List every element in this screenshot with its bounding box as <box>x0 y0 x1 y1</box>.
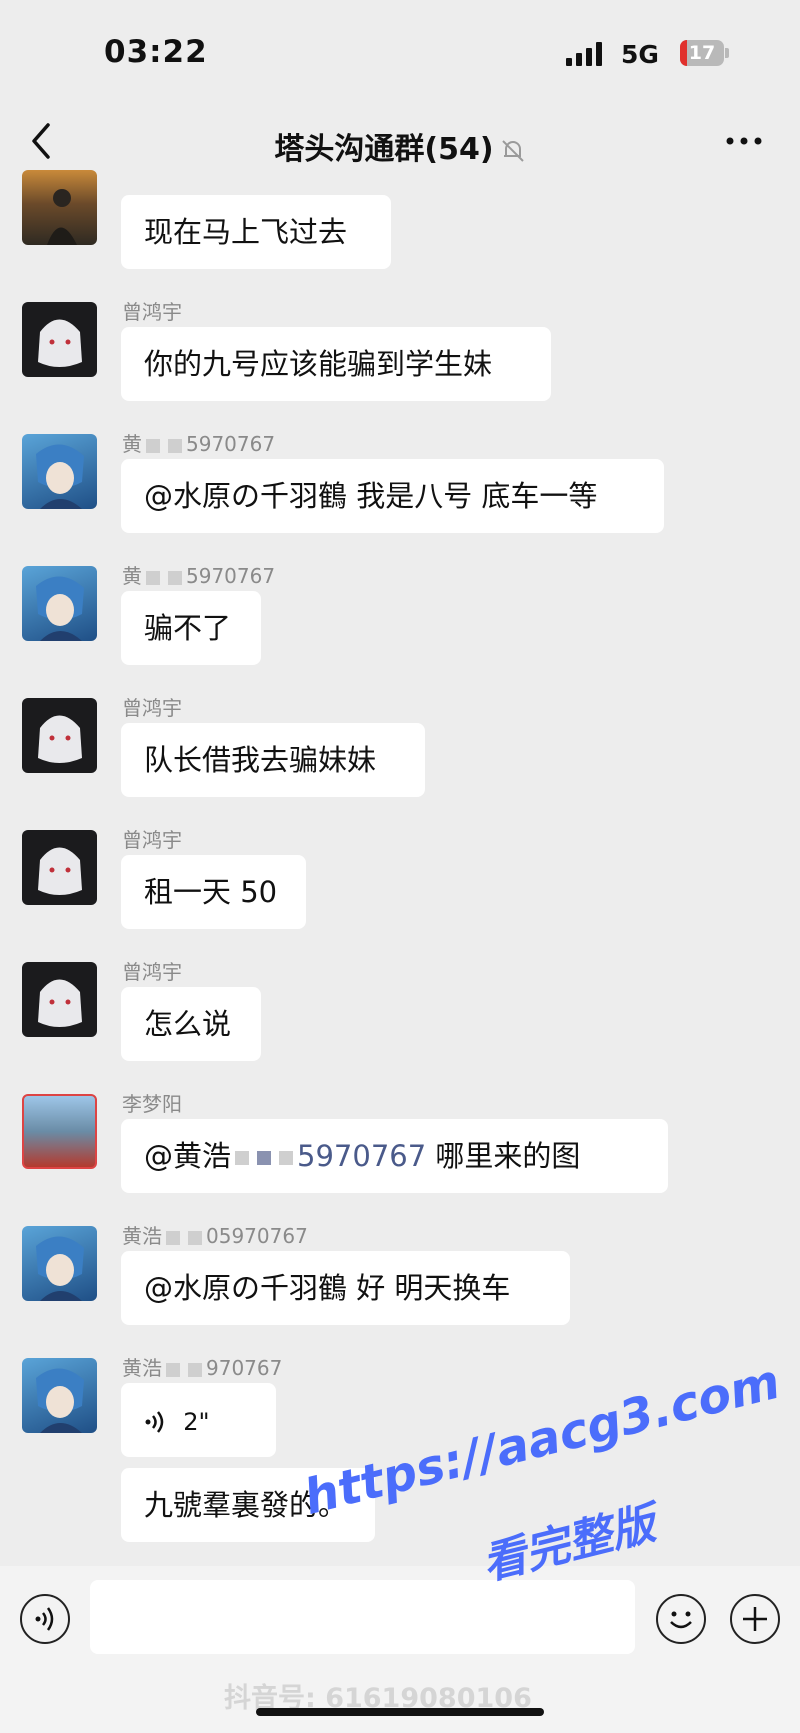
message-text: 队长借我去骗妹妹 <box>144 743 377 777</box>
sender-name: 黄浩 05970767 <box>122 1224 308 1248</box>
message-text: 你的九号应该能骗到学生妹 <box>144 347 493 381</box>
avatar[interactable] <box>22 1358 97 1433</box>
avatar[interactable] <box>22 830 97 905</box>
chat-title: 塔头沟通群(54) <box>0 124 800 168</box>
url-watermark: https://aacg3.com <box>298 1353 786 1526</box>
message-bubble[interactable]: 队长借我去骗妹妹 <box>121 723 425 797</box>
message-bubble[interactable]: @水原の千羽鶴 好 明天换车 <box>121 1251 570 1325</box>
message-text: 骗不了 <box>144 611 232 645</box>
status-time: 03:22 <box>104 34 208 70</box>
bell-off-icon <box>501 139 524 162</box>
plus-icon <box>743 1607 767 1631</box>
battery-percent: 17 <box>688 42 716 64</box>
message-bubble[interactable]: 怎么说 <box>121 987 261 1061</box>
smile-icon <box>670 1611 692 1629</box>
message-bubble[interactable]: @黄浩 5970767 哪里来的图 <box>121 1119 668 1193</box>
mention-number[interactable]: 5970767 <box>297 1139 426 1173</box>
avatar[interactable] <box>22 566 97 641</box>
sender-name: 曾鸿宇 <box>122 828 182 852</box>
emoji-button[interactable] <box>656 1594 706 1644</box>
voice-input-button[interactable] <box>20 1594 70 1644</box>
avatar[interactable] <box>22 1094 97 1169</box>
home-indicator[interactable] <box>256 1708 544 1716</box>
voice-duration: 2" <box>183 1408 210 1436</box>
chat-title-text: 塔头沟通群(54) <box>274 132 494 167</box>
more-dots-icon[interactable] <box>724 126 764 156</box>
message-bubble[interactable]: 你的九号应该能骗到学生妹 <box>121 327 551 401</box>
sender-name: 黄浩 970767 <box>122 1356 283 1380</box>
message-text: 现在马上飞过去 <box>144 215 348 249</box>
avatar[interactable] <box>22 962 97 1037</box>
sender-name: 黄 5970767 <box>122 564 276 588</box>
network-type: 5G <box>621 40 659 69</box>
mention-prefix: @黄浩 <box>144 1139 232 1173</box>
sender-name: 黄 5970767 <box>122 432 276 456</box>
avatar[interactable] <box>22 170 97 245</box>
voice-icon <box>145 1411 164 1433</box>
sender-name: 曾鸿宇 <box>122 300 182 324</box>
avatar[interactable] <box>22 302 97 377</box>
message-bubble[interactable]: 现在马上飞过去 <box>121 195 391 269</box>
message-text: @水原の千羽鶴 我是八号 底车一等 <box>144 479 598 513</box>
sender-name: 曾鸿宇 <box>122 696 182 720</box>
message-text: 租一天 50 <box>144 875 278 909</box>
voice-icon <box>35 1607 54 1631</box>
signal-icon <box>566 42 602 66</box>
message-text: 哪里来的图 <box>435 1139 581 1173</box>
message-bubble[interactable]: 租一天 50 <box>121 855 306 929</box>
voice-message-bubble[interactable]: 2" <box>121 1383 276 1457</box>
message-bubble[interactable]: @水原の千羽鶴 我是八号 底车一等 <box>121 459 664 533</box>
message-text: @水原の千羽鶴 好 明天换车 <box>144 1271 511 1305</box>
message-input[interactable] <box>90 1580 635 1654</box>
avatar[interactable] <box>22 698 97 773</box>
sender-name: 李梦阳 <box>122 1092 182 1116</box>
sender-name: 曾鸿宇 <box>122 960 182 984</box>
battery-icon: 17 <box>680 40 724 66</box>
battery-cap <box>725 48 729 58</box>
status-bar: 03:22 5G 17 <box>0 0 800 100</box>
message-text: 怎么说 <box>144 1007 232 1041</box>
more-actions-button[interactable] <box>730 1594 780 1644</box>
avatar[interactable] <box>22 1226 97 1301</box>
message-bubble[interactable]: 骗不了 <box>121 591 261 665</box>
avatar[interactable] <box>22 434 97 509</box>
